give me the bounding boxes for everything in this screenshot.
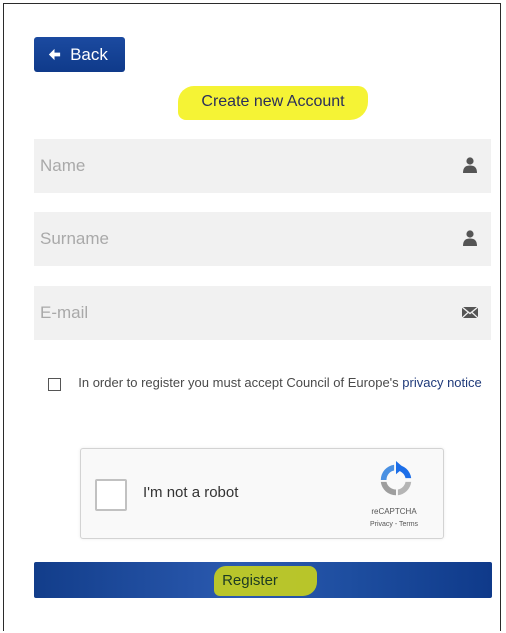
privacy-text: In order to register you must accept Cou… — [70, 372, 490, 393]
privacy-consent: In order to register you must accept Cou… — [48, 372, 488, 416]
recaptcha-widget: I'm not a robot reCAPTCHA Privacy - Term… — [80, 448, 444, 539]
email-field — [34, 286, 491, 340]
title-area: Create new Account — [178, 82, 368, 122]
privacy-text-label: In order to register you must accept Cou… — [78, 375, 399, 390]
privacy-checkbox[interactable] — [48, 378, 61, 391]
register-button[interactable]: Register — [34, 562, 492, 598]
user-icon — [463, 157, 477, 173]
back-button[interactable]: Back — [34, 37, 125, 72]
surname-input[interactable] — [34, 212, 434, 266]
name-field — [34, 139, 491, 193]
privacy-notice-link[interactable]: privacy notice — [402, 375, 481, 390]
page-frame: Back Create new Account In order to regi… — [3, 3, 501, 631]
surname-field — [34, 212, 491, 266]
name-input[interactable] — [34, 139, 434, 193]
email-input[interactable] — [34, 286, 434, 340]
register-button-label: Register — [222, 571, 278, 589]
envelope-icon — [461, 306, 479, 319]
recaptcha-brand: reCAPTCHA — [371, 507, 417, 516]
user-icon — [463, 230, 477, 246]
page-title: Create new Account — [201, 93, 345, 110]
recaptcha-label: I'm not a robot — [143, 484, 239, 501]
recaptcha-logo-icon — [380, 461, 412, 496]
arrow-left-icon — [48, 48, 61, 61]
recaptcha-legal-links[interactable]: Privacy - Terms — [349, 521, 439, 528]
recaptcha-checkbox[interactable] — [95, 479, 127, 511]
back-button-label: Back — [70, 44, 108, 64]
